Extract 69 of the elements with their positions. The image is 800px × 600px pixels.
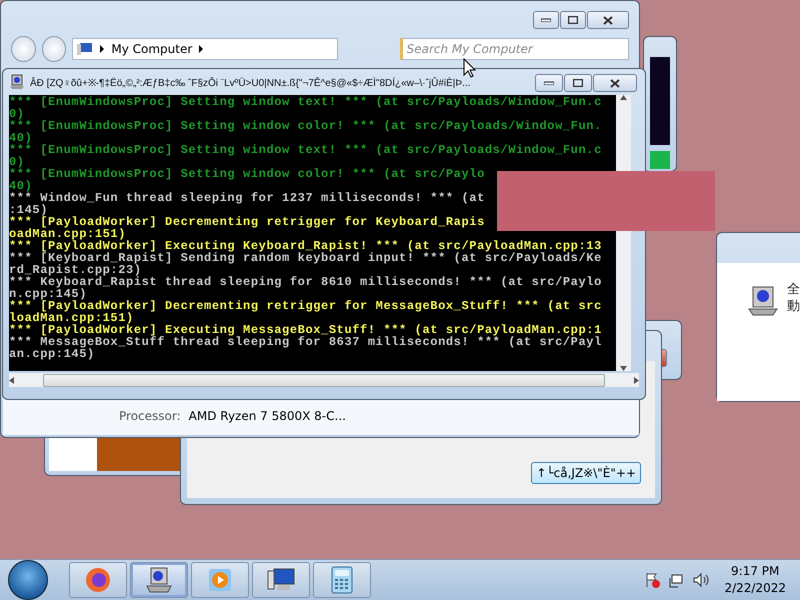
processor-label: Processor: [119, 409, 181, 423]
computer-icon [77, 42, 94, 56]
chevron-icon [99, 45, 106, 53]
left-arrow-icon [9, 376, 14, 384]
dialog-button[interactable]: ↑└cå,JZ※\"È"++ [531, 462, 641, 484]
address-bar[interactable]: My Computer [72, 38, 338, 60]
console-line: 40) [9, 180, 34, 192]
status-strip [650, 151, 670, 169]
console-line: 0) [9, 156, 25, 168]
console-line: *** [Keyboard_Rapist] Sending random keyboard input! *** (at src/Payloads/Ke [9, 252, 603, 264]
console-line: rd_Rapist.cpp:23) [9, 264, 142, 276]
taskbar-button[interactable] [313, 562, 371, 598]
start-button[interactable] [8, 560, 48, 600]
maximize-icon [573, 79, 583, 87]
console-line: 40) [9, 132, 34, 144]
console-line: *** [PayloadWorker] Decrementing retrigger for MessageBox_Stuff! *** (at src [9, 300, 603, 312]
console-line: *** MessageBox_Stuff thread sleeping for 8637 milliseconds! *** (at src/Payl [9, 336, 603, 348]
breadcrumb[interactable]: My Computer [111, 42, 192, 56]
processor-value: AMD Ryzen 7 5800X 8-C... [188, 409, 346, 423]
console-line: *** [EnumWindowsProc] Setting window color! *** (at src/Paylo [9, 168, 486, 180]
back-button[interactable] [11, 36, 36, 62]
close-button[interactable] [593, 74, 637, 92]
taskbar-button[interactable] [130, 562, 188, 598]
console-line: *** [EnumWindowsProc] Setting window text! *** (at src/Payloads/Window_Fun.c [9, 96, 603, 108]
computer-icon [9, 74, 25, 90]
network-icon[interactable] [668, 572, 684, 588]
console-line: loadMan.cpp:151) [9, 312, 134, 324]
search-field[interactable]: Search My Computer [400, 38, 629, 60]
computer-icon [145, 566, 173, 594]
play-icon [207, 567, 233, 593]
minimize-icon [541, 18, 551, 22]
console-line: 0) [9, 108, 25, 120]
console-line: *** Keyboard_Rapist thread sleeping for 8610 milliseconds! *** (at src/Paylo [9, 276, 603, 288]
taskbar-button[interactable] [69, 562, 127, 598]
console-line: *** [PayloadWorker] Executing MessageBox_Stuff! *** (at src/PayloadMan.cpp:1 [9, 324, 603, 336]
clock[interactable]: 9:17 PM 2/22/2022 [724, 563, 786, 597]
minimize-icon [544, 81, 554, 85]
console-line: oadMan.cpp:151) [9, 228, 126, 240]
computer-icon [747, 285, 779, 317]
minimize-button[interactable] [535, 74, 563, 92]
minimize-button[interactable] [533, 11, 559, 29]
right-arrow-icon [634, 376, 639, 384]
console-line: *** [EnumWindowsProc] Setting window text! *** (at src/Payloads/Window_Fun.c [9, 144, 603, 156]
console-line: *** [PayloadWorker] Executing Keyboard_Rapist! *** (at src/PayloadMan.cpp:13 [9, 240, 603, 252]
flag-icon[interactable] [644, 572, 660, 588]
console-line: :145) [9, 204, 48, 216]
console-line: an.cpp:145) [9, 348, 95, 360]
message-text: 全 動 [787, 281, 800, 315]
console-line: *** Window_Fun thread sleeping for 1237 milliseconds! *** (at [9, 192, 486, 204]
monitor-icon [266, 567, 296, 593]
close-icon [610, 78, 620, 88]
horizontal-scrollbar[interactable] [9, 373, 639, 387]
close-icon [603, 16, 613, 24]
mouse-cursor [463, 58, 477, 78]
taskbar-button[interactable] [252, 562, 310, 598]
window-title: ÂÐ [ZQ♀õû+※-¶‡Ëö„©„²:ÆƒB‡c‰ ˆF§zÔi ¨LvºÜ>U0|NN±.ß{"¬7Ê^e§@«$÷ÆÌ"8DÍ¿«w–\·ˆjÛ#iÈ|Þ... [30, 76, 470, 89]
calculator-icon [331, 566, 353, 594]
forward-button[interactable] [42, 36, 66, 62]
speaker-icon[interactable] [692, 572, 710, 588]
console-line: *** [EnumWindowsProc] Setting window color! *** (at src/Payloads/Window_Fun. [9, 120, 603, 132]
up-arrow-icon [620, 95, 627, 100]
maximize-icon [568, 16, 578, 24]
console-line: n.cpp:145) [9, 288, 88, 300]
console-line: *** [PayloadWorker] Decrementing retrigger for Keyboard_Rapis [9, 216, 486, 228]
maximize-button[interactable] [564, 74, 592, 92]
chevron-icon [198, 45, 204, 53]
close-button[interactable] [587, 11, 629, 29]
maximize-button[interactable] [560, 11, 586, 29]
down-arrow-icon [620, 366, 627, 371]
